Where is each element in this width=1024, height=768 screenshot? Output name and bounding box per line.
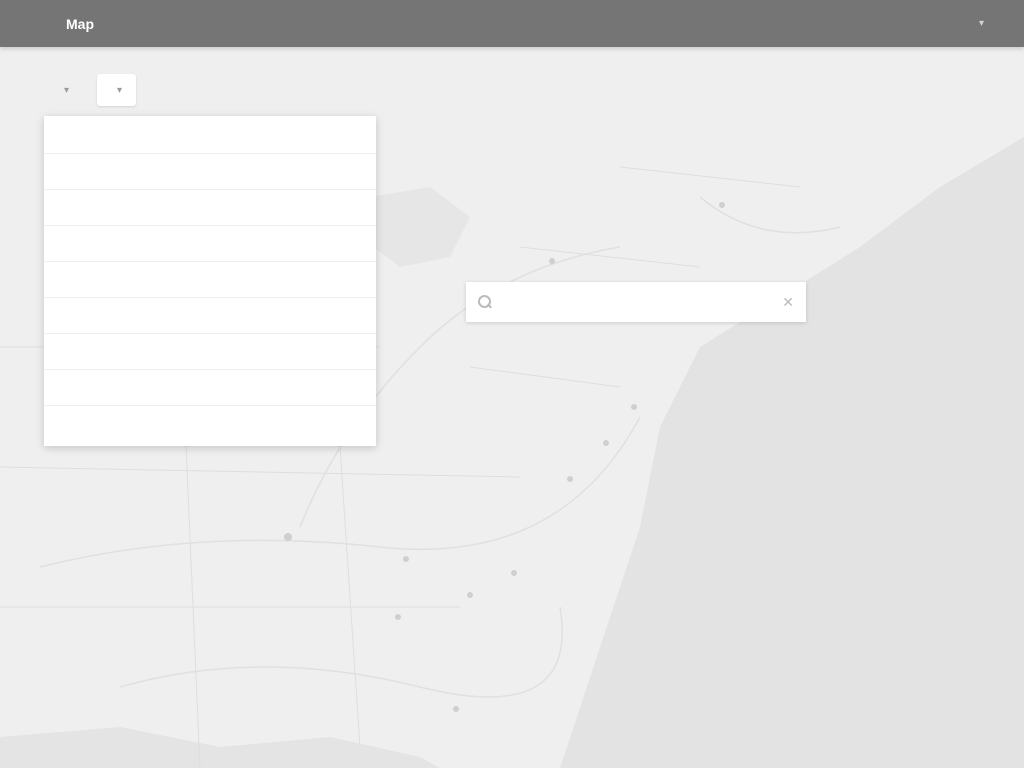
dropdown-item[interactable]: [44, 226, 376, 262]
ocean-area: [560, 137, 1024, 768]
location-search-box: ✕: [466, 282, 806, 322]
filter-dropdown-1[interactable]: ▾: [44, 74, 83, 106]
dropdown-item[interactable]: [44, 334, 376, 370]
dropdown-item[interactable]: [44, 262, 376, 298]
dropdown-item[interactable]: [44, 406, 376, 442]
account-menu[interactable]: ▾: [973, 18, 984, 29]
chevron-down-icon: ▾: [978, 18, 984, 29]
dropdown-item[interactable]: [44, 370, 376, 406]
dropdown-item[interactable]: [44, 118, 376, 154]
dropdown-item[interactable]: [44, 190, 376, 226]
filter-dropdown-2[interactable]: ▾: [97, 74, 137, 106]
nav-link-map[interactable]: Map: [66, 16, 94, 32]
chevron-down-icon: ▾: [64, 84, 70, 96]
close-icon[interactable]: ✕: [782, 294, 794, 311]
lake-area: [360, 187, 470, 267]
chevron-down-icon: ▾: [117, 84, 123, 96]
dropdown-item[interactable]: [44, 298, 376, 334]
filter-controls: ▾ ▾: [44, 74, 137, 106]
search-icon: [478, 295, 492, 309]
gulf-area: [0, 727, 440, 768]
top-navigation-bar: Map ▾: [0, 0, 1024, 47]
filter-dropdown-menu: [44, 116, 376, 446]
dropdown-item[interactable]: [44, 154, 376, 190]
search-input[interactable]: [502, 295, 773, 309]
